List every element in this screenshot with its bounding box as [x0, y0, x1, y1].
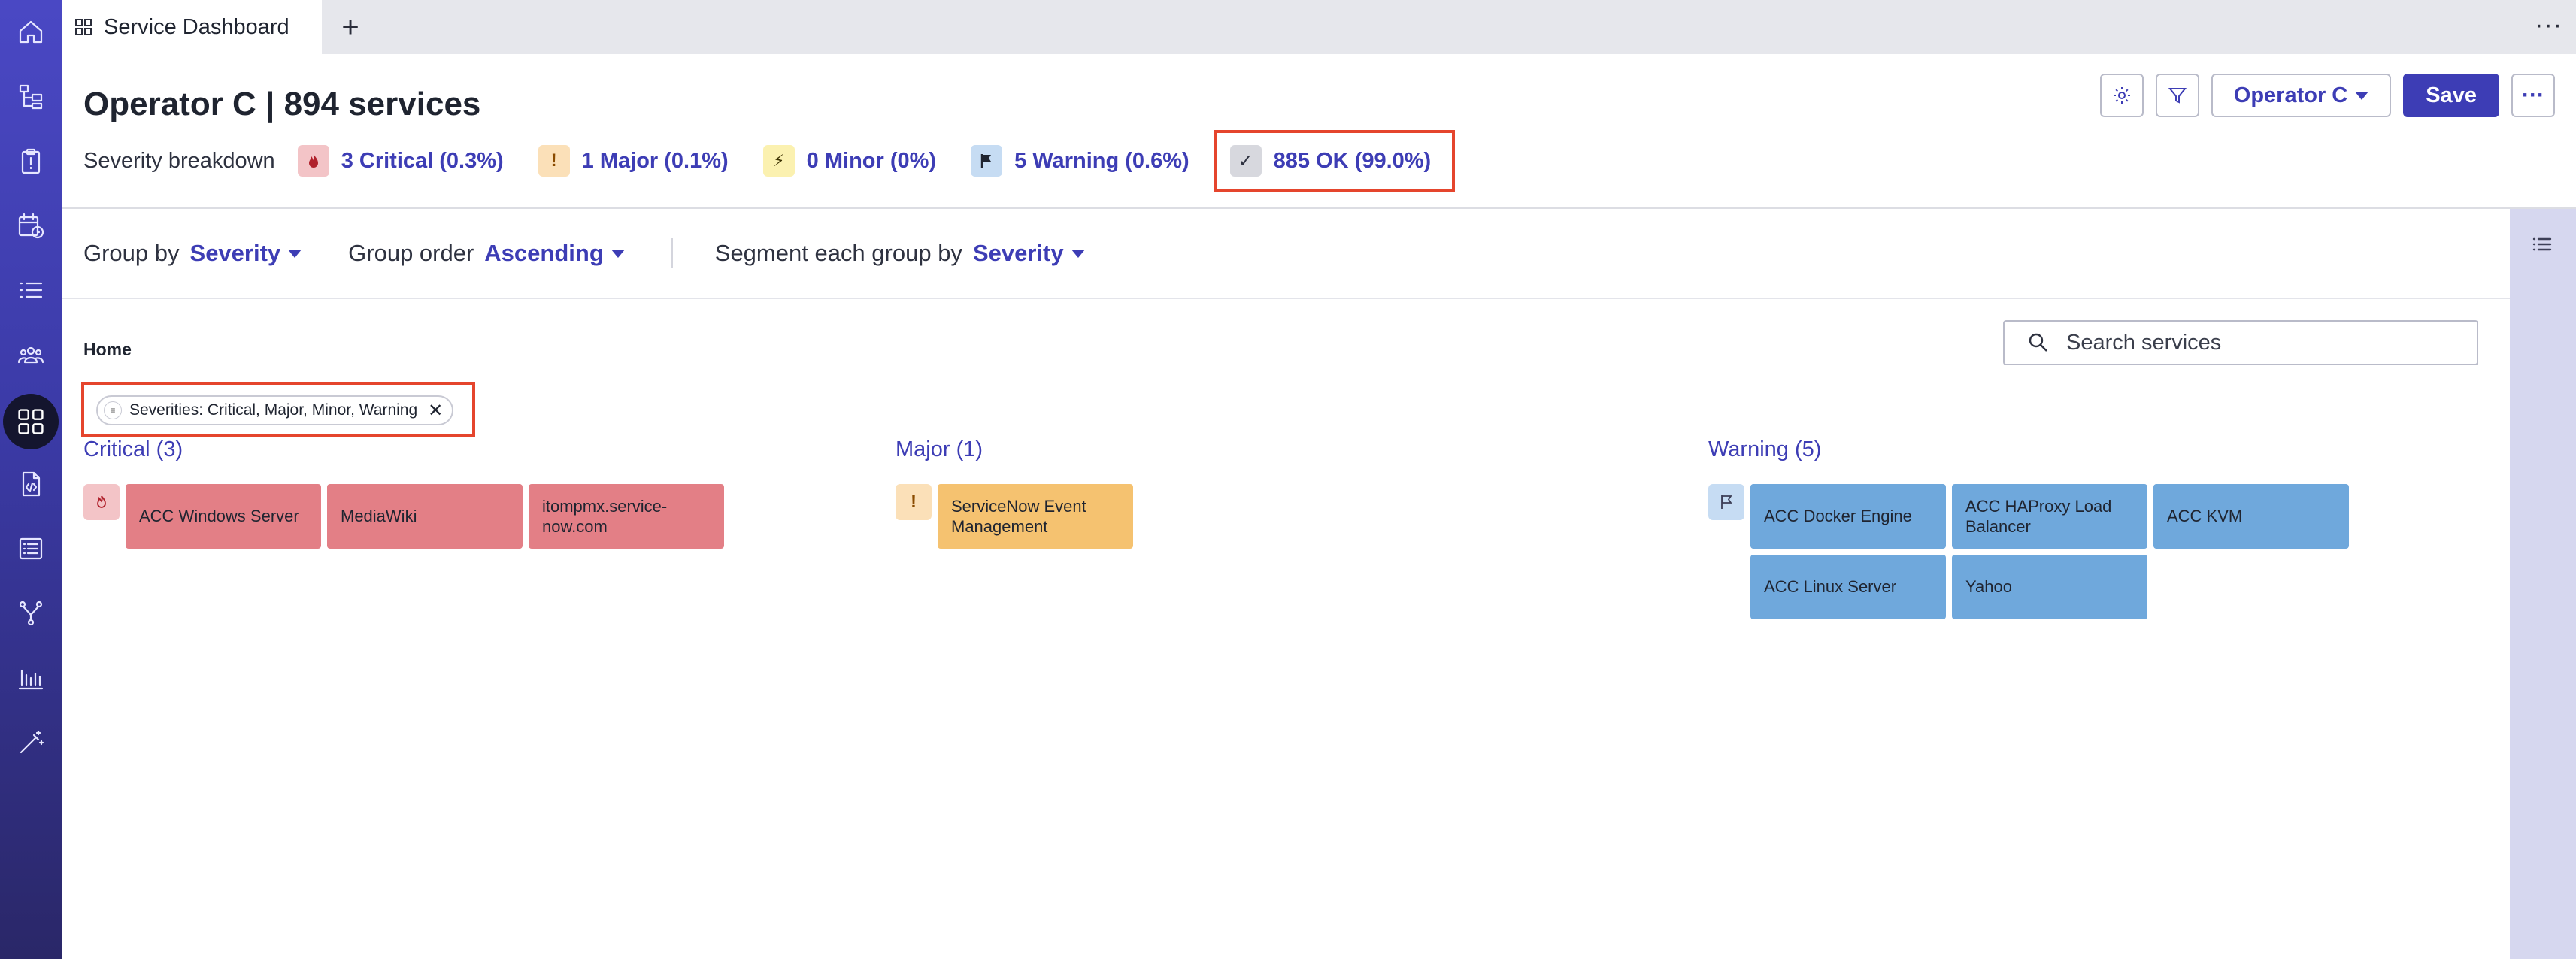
add-tab-button[interactable]: + — [332, 9, 368, 45]
severity-ok-highlight[interactable]: ✓ 885 OK (99.0%) — [1213, 130, 1456, 192]
group-title[interactable]: Warning (5) — [1708, 437, 2490, 467]
search-box — [2003, 320, 2478, 365]
grid-icon — [75, 19, 92, 35]
clipboard-alert-icon[interactable] — [10, 140, 52, 182]
toolbar-divider — [671, 238, 673, 268]
page-title: Operator C | 894 services — [83, 86, 481, 123]
breadcrumb[interactable]: Home — [83, 340, 132, 360]
tab-strip: Service Dashboard + ··· — [62, 0, 2576, 54]
flame-outline-icon — [83, 484, 120, 520]
severity-critical[interactable]: 3 Critical (0.3%) — [297, 145, 504, 177]
operator-dropdown[interactable]: Operator C — [2211, 74, 2392, 117]
segment-value: Severity — [972, 240, 1064, 266]
exclamation-icon: ! — [538, 145, 570, 177]
severity-warning-text: 5 Warning (0.6%) — [1014, 148, 1190, 173]
service-tiles: ACC Docker Engine ACC HAProxy Load Balan… — [1750, 484, 2352, 619]
branch-icon[interactable] — [10, 592, 52, 634]
report-list-icon[interactable] — [10, 528, 52, 570]
header-actions: Operator C Save ··· — [2099, 74, 2555, 117]
severity-minor[interactable]: ⚡ 0 Minor (0%) — [762, 145, 937, 177]
group-warning: Warning (5) ACC Docker Engine ACC HAProx… — [1708, 437, 2490, 619]
flag-icon — [971, 145, 1003, 177]
severity-minor-text: 0 Minor (0%) — [806, 148, 937, 173]
list-icon[interactable] — [10, 269, 52, 311]
gear-icon — [2113, 87, 2130, 104]
right-side-panel — [2510, 209, 2576, 959]
severity-major[interactable]: ! 1 Major (0.1%) — [538, 145, 729, 177]
search-icon — [2029, 333, 2047, 352]
group-title[interactable]: Major (1) — [896, 437, 1647, 467]
group-title[interactable]: Critical (3) — [83, 437, 835, 467]
breakdown-label: Severity breakdown — [83, 148, 275, 173]
service-tile[interactable]: ACC Linux Server — [1750, 555, 1946, 619]
tab-more-menu[interactable]: ··· — [2535, 11, 2562, 40]
severity-filter-chip[interactable]: ≡ Severities: Critical, Major, Minor, Wa… — [96, 395, 454, 425]
service-tiles: ACC Windows Server MediaWiki itompmx.ser… — [126, 484, 724, 549]
chevron-down-icon — [288, 249, 302, 258]
service-tile[interactable]: ACC HAProxy Load Balancer — [1952, 484, 2147, 549]
group-by-label: Group by — [83, 240, 180, 266]
lightning-icon: ⚡ — [762, 145, 795, 177]
filter-highlight: ≡ Severities: Critical, Major, Minor, Wa… — [81, 382, 475, 437]
calendar-clock-icon[interactable] — [10, 204, 52, 247]
hierarchy-icon[interactable] — [10, 75, 52, 117]
tab-label: Service Dashboard — [104, 14, 289, 39]
severity-ok-text: 885 OK (99.0%) — [1273, 148, 1432, 173]
home-icon[interactable] — [10, 11, 52, 53]
severity-breakdown: Severity breakdown 3 Critical (0.3%) ! 1… — [83, 130, 1456, 192]
service-tile[interactable]: Yahoo — [1952, 555, 2147, 619]
group-order-dropdown[interactable]: Ascending — [484, 240, 625, 267]
left-navigation-rail — [0, 0, 62, 959]
group-by-value: Severity — [189, 240, 281, 266]
bar-chart-icon[interactable] — [10, 657, 52, 699]
filter-icon — [2168, 88, 2187, 104]
severity-major-text: 1 Major (0.1%) — [581, 148, 729, 173]
service-tile[interactable]: ACC Docker Engine — [1750, 484, 1946, 549]
filter-button[interactable] — [2155, 74, 2199, 117]
checkmark-icon: ✓ — [1229, 145, 1262, 177]
chevron-down-icon — [611, 249, 625, 258]
group-order-value: Ascending — [484, 240, 604, 266]
grouping-toolbar: Group by Severity Group order Ascending … — [62, 209, 2510, 299]
dashboard-header: Operator C | 894 services Severity break… — [62, 54, 2576, 209]
magic-wand-icon[interactable] — [10, 722, 52, 764]
service-tile[interactable]: itompmx.service-now.com — [529, 484, 724, 549]
severity-critical-text: 3 Critical (0.3%) — [341, 148, 504, 173]
segment-dropdown[interactable]: Severity — [973, 240, 1085, 267]
more-options-button[interactable]: ··· — [2511, 74, 2555, 117]
tab-service-dashboard[interactable]: Service Dashboard — [62, 0, 322, 54]
group-order-control: Group order Ascending — [348, 240, 625, 267]
group-major: Major (1) ! ServiceNow Event Management — [896, 437, 1647, 549]
service-tile[interactable]: ServiceNow Event Management — [938, 484, 1133, 549]
chevron-down-icon — [2355, 91, 2369, 100]
people-group-icon[interactable] — [10, 334, 52, 376]
service-tile[interactable]: MediaWiki — [327, 484, 523, 549]
flame-icon — [297, 145, 329, 177]
service-tile[interactable]: ACC KVM — [2153, 484, 2349, 549]
chevron-down-icon — [1071, 249, 1085, 258]
close-icon[interactable]: ✕ — [428, 400, 443, 422]
segment-control: Segment each group by Severity — [715, 240, 1085, 267]
service-tile[interactable]: ACC Windows Server — [126, 484, 321, 549]
code-file-icon[interactable] — [10, 463, 52, 505]
flag-outline-icon — [1708, 484, 1744, 520]
segment-label: Segment each group by — [714, 240, 962, 266]
group-by-dropdown[interactable]: Severity — [190, 240, 302, 267]
group-order-label: Group order — [348, 240, 474, 266]
service-tiles: ServiceNow Event Management — [938, 484, 1133, 549]
settings-button[interactable] — [2099, 74, 2144, 117]
severity-warning[interactable]: 5 Warning (0.6%) — [971, 145, 1190, 177]
group-critical: Critical (3) ACC Windows Server MediaWik… — [83, 437, 835, 549]
filter-list-icon: ≡ — [104, 401, 122, 419]
save-button[interactable]: Save — [2403, 74, 2499, 117]
filter-chip-text: Severities: Critical, Major, Minor, Warn… — [129, 401, 418, 419]
operator-label: Operator C — [2233, 83, 2348, 107]
search-input[interactable] — [2066, 330, 2457, 355]
panel-list-icon[interactable] — [2531, 233, 2553, 259]
exclamation-icon: ! — [896, 484, 932, 520]
dashboard-grid-icon[interactable] — [3, 394, 59, 449]
group-by-control: Group by Severity — [83, 240, 302, 267]
